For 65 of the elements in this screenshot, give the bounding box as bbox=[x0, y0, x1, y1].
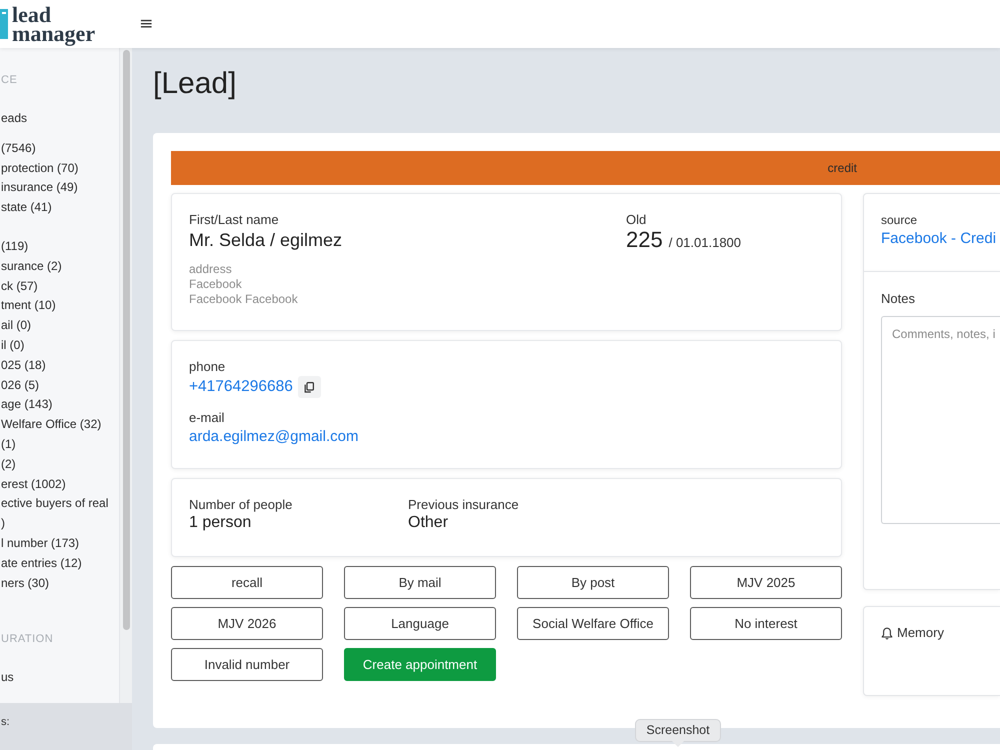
field-label: e-mail bbox=[189, 410, 224, 426]
address-label: address bbox=[189, 261, 233, 277]
action-button[interactable]: Invalid number bbox=[171, 648, 323, 681]
email-link[interactable]: arda.egilmez@gmail.com bbox=[189, 426, 358, 448]
action-button[interactable]: MJV 2025 bbox=[690, 566, 842, 599]
copy-button[interactable] bbox=[298, 376, 321, 398]
action-button[interactable]: No interest bbox=[690, 607, 842, 640]
source-link[interactable]: Facebook - Credi bbox=[881, 228, 996, 250]
sidebar-link[interactable]: 026 (5) bbox=[1, 376, 119, 396]
sidebar-link[interactable]: erest (1002) bbox=[1, 474, 119, 494]
sidebar-link[interactable]: l number (173) bbox=[1, 534, 119, 554]
action-button[interactable]: By mail bbox=[344, 566, 496, 599]
age-value: 225 bbox=[626, 228, 663, 252]
footer-text: s: bbox=[1, 716, 10, 728]
field-label: Number of people bbox=[189, 497, 294, 513]
sidebar-link[interactable]: insurance (49) bbox=[1, 178, 119, 198]
sidebar-link[interactable]: (1) bbox=[1, 434, 119, 455]
memory-label: Memory bbox=[897, 625, 944, 641]
sidebar-link[interactable]: state (41) bbox=[1, 198, 119, 218]
sidebar-link[interactable]: eads bbox=[1, 109, 119, 129]
sidebar-link[interactable]: ate entries (12) bbox=[1, 554, 119, 574]
field-label: First/Last name bbox=[189, 212, 280, 228]
scrollbar-thumb[interactable] bbox=[122, 50, 130, 630]
detail-value: 1 person bbox=[189, 513, 252, 533]
sidebar-link[interactable]: il (0) bbox=[1, 336, 119, 356]
field-label: phone bbox=[189, 359, 226, 375]
action-button[interactable]: By post bbox=[517, 566, 669, 599]
sidebar-link[interactable]: tment (10) bbox=[1, 296, 119, 316]
sidebar-link[interactable]: ail (0) bbox=[1, 316, 119, 336]
bell-icon bbox=[881, 626, 893, 640]
phone-link[interactable]: +41764296686 bbox=[189, 378, 293, 396]
sidebar-link[interactable]: protection (70) bbox=[1, 158, 119, 178]
address-line: Facebook Facebook bbox=[189, 292, 299, 307]
sidebar-link[interactable]: (7546) bbox=[1, 138, 119, 159]
notes-label: Notes bbox=[881, 291, 916, 307]
field-label: Previous insurance bbox=[408, 497, 520, 513]
category-banner: credit bbox=[171, 151, 1000, 185]
page-title: [Lead] bbox=[153, 66, 238, 102]
lead-name: Mr. Selda / egilmez bbox=[189, 229, 344, 252]
sidebar-link[interactable]: age (143) bbox=[1, 395, 119, 416]
birth-date: / 01.01.1800 bbox=[668, 234, 742, 252]
sidebar-link[interactable]: Welfare Office (32) bbox=[1, 415, 119, 435]
sidebar-link[interactable]: surance (2) bbox=[1, 256, 119, 277]
action-button[interactable]: Language bbox=[344, 607, 496, 640]
address-line: Facebook bbox=[189, 277, 243, 292]
primary-button[interactable]: Create appointment bbox=[344, 648, 496, 681]
copy-icon bbox=[304, 382, 314, 392]
menu-button[interactable]: ≡ bbox=[139, 16, 154, 32]
detail-value: Other bbox=[408, 513, 450, 533]
action-button[interactable]: Social Welfare Office bbox=[517, 607, 669, 640]
sidebar-link[interactable]: ck (57) bbox=[1, 276, 119, 296]
sidebar-link[interactable]: (119) bbox=[1, 236, 119, 257]
action-button[interactable]: MJV 2026 bbox=[171, 607, 323, 640]
tooltip: Screenshot bbox=[635, 719, 721, 747]
sidebar-link[interactable]: ners (30) bbox=[1, 574, 119, 594]
sidebar-link[interactable]: us bbox=[1, 668, 119, 688]
sidebar-link[interactable]: 025 (18) bbox=[1, 356, 119, 376]
sidebar-link[interactable]: (2) bbox=[1, 454, 119, 475]
field-label: source bbox=[881, 212, 918, 228]
field-label: Old bbox=[626, 212, 648, 228]
sidebar-link[interactable]: ective buyers of real ) bbox=[1, 494, 119, 534]
section-heading: CE bbox=[1, 73, 18, 87]
section-heading: URATION bbox=[1, 632, 54, 646]
notes-field[interactable]: Comments, notes, i bbox=[881, 316, 1000, 524]
action-button[interactable]: recall bbox=[171, 566, 323, 599]
